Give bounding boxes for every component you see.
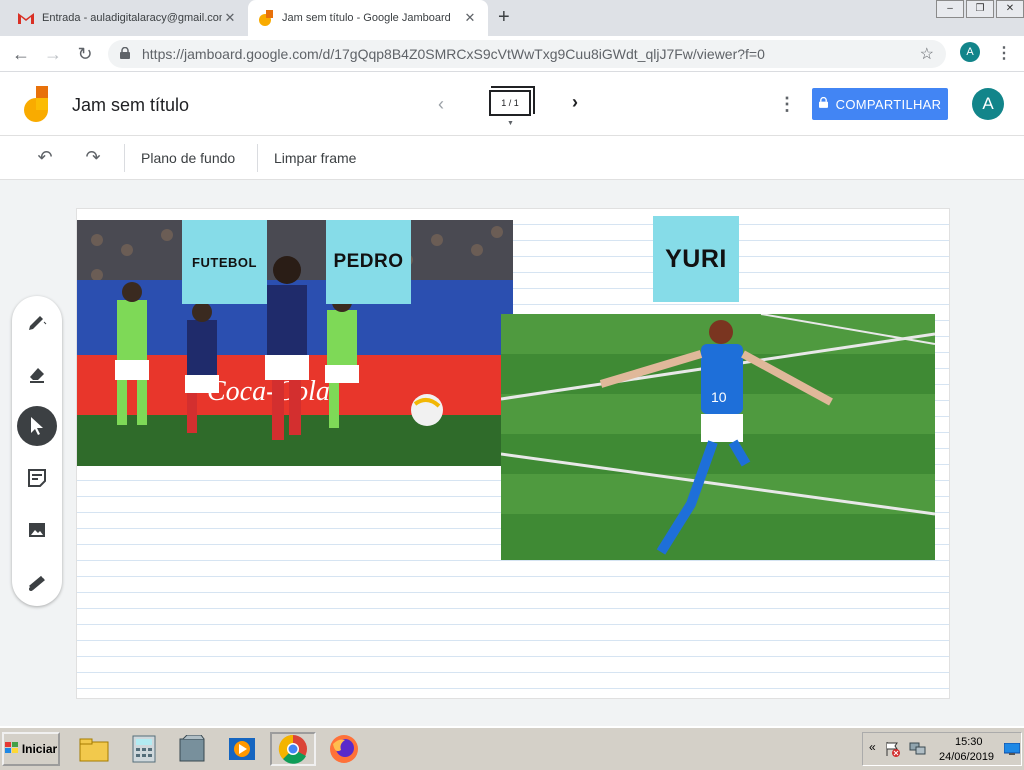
bookmark-star-icon[interactable]: ☆	[920, 44, 934, 64]
page-title[interactable]: Jam sem título	[72, 95, 189, 116]
select-icon[interactable]	[17, 406, 57, 446]
system-tray: « 15:30 24/06/2019	[862, 732, 1022, 766]
sticky-note[interactable]: PEDRO	[326, 220, 411, 304]
clock-time[interactable]: 15:30	[955, 736, 983, 748]
frame-counter[interactable]: 1 / 1	[489, 86, 535, 116]
calculator-icon[interactable]	[126, 732, 162, 766]
svg-text:10: 10	[711, 389, 727, 405]
browser-tab-jamboard[interactable]: Jam sem título - Google Jamboard ✕	[248, 0, 488, 36]
minimize-icon[interactable]: –	[936, 0, 964, 18]
new-tab-icon[interactable]: +	[498, 6, 510, 29]
show-desktop-icon[interactable]	[1003, 742, 1021, 760]
toolbar: ↶ ↷ Plano de fundo Limpar frame	[0, 136, 1024, 180]
svg-text:Coca-Cola: Coca-Cola	[207, 376, 330, 407]
tab-title: Entrada - auladigitalaracy@gmail.com	[42, 12, 222, 24]
laser-icon[interactable]	[17, 562, 57, 602]
network-icon[interactable]	[909, 741, 927, 762]
football-photo-right[interactable]: 10	[501, 314, 935, 560]
close-tab-icon[interactable]: ✕	[462, 10, 478, 26]
sticky-note[interactable]: YURI	[653, 216, 739, 302]
browser-profile-avatar[interactable]: A	[960, 42, 980, 62]
close-tab-icon[interactable]: ✕	[222, 10, 238, 26]
gmail-icon	[18, 10, 34, 26]
back-icon[interactable]: ←	[10, 43, 32, 65]
share-label: COMPARTILHAR	[835, 96, 942, 112]
lock-icon	[818, 96, 828, 111]
jam-frame[interactable]: Coca-Cola 10 FUTEBOL PEDRO YURI	[76, 208, 950, 699]
sticky-note-icon[interactable]	[17, 458, 57, 498]
divider	[124, 144, 125, 172]
windows-logo-icon	[4, 741, 19, 757]
jamboard-logo	[24, 86, 50, 122]
browser-tab-gmail[interactable]: Entrada - auladigitalaracy@gmail.com ✕	[8, 0, 248, 36]
avatar[interactable]: A	[972, 88, 1004, 120]
archive-icon[interactable]	[174, 732, 210, 766]
undo-icon[interactable]: ↶	[34, 146, 56, 168]
image-icon[interactable]	[17, 510, 57, 550]
background-button[interactable]: Plano de fundo	[141, 150, 235, 166]
os-taskbar: Iniciar « 15:30 24/06/2019	[0, 726, 1024, 770]
media-player-icon[interactable]	[224, 732, 260, 766]
divider	[257, 144, 258, 172]
maximize-icon[interactable]: ❐	[966, 0, 994, 18]
sticky-note[interactable]: FUTEBOL	[182, 220, 267, 304]
file-explorer-icon[interactable]	[76, 732, 112, 766]
clock-date[interactable]: 24/06/2019	[939, 751, 994, 763]
reload-icon[interactable]: ↻	[74, 43, 96, 65]
eraser-icon[interactable]	[17, 354, 57, 394]
share-button[interactable]: COMPARTILHAR	[812, 88, 948, 120]
canvas-area: Coca-Cola 10 FUTEBOL PEDRO YURI	[0, 180, 1024, 726]
chevron-down-icon[interactable]: ▼	[507, 120, 514, 127]
previous-frame-icon[interactable]: ‹	[438, 94, 444, 115]
football-photo-left[interactable]: Coca-Cola	[77, 220, 513, 466]
chrome-icon[interactable]	[270, 732, 316, 766]
jamboard-icon	[258, 10, 274, 26]
url-field[interactable]: https://jamboard.google.com/d/17gQqp8B4Z…	[108, 40, 946, 68]
app-header: Jam sem título ‹ 1 / 1 ▼ › ⋮ COMPARTILHA…	[0, 72, 1024, 136]
pen-icon[interactable]	[17, 302, 57, 342]
tab-title: Jam sem título - Google Jamboard	[282, 12, 451, 24]
tray-expand-icon[interactable]: «	[869, 740, 876, 754]
lock-icon	[120, 46, 132, 62]
url-text: https://jamboard.google.com/d/17gQqp8B4Z…	[142, 46, 765, 62]
address-bar: ← → ↻ https://jamboard.google.com/d/17gQ…	[0, 36, 1024, 72]
clear-frame-button[interactable]: Limpar frame	[274, 150, 356, 166]
forward-icon[interactable]: →	[42, 43, 64, 65]
browser-menu-icon[interactable]: ⋮	[996, 43, 1012, 63]
start-button[interactable]: Iniciar	[2, 732, 60, 766]
tool-rail	[12, 296, 62, 606]
browser-tab-strip: Entrada - auladigitalaracy@gmail.com ✕ J…	[0, 0, 1024, 36]
action-center-flag-icon[interactable]	[885, 741, 901, 762]
redo-icon[interactable]: ↷	[82, 146, 104, 168]
start-label: Iniciar	[21, 742, 58, 756]
firefox-icon[interactable]	[326, 732, 362, 766]
more-options-icon[interactable]: ⋮	[778, 94, 796, 115]
close-window-icon[interactable]: ✕	[996, 0, 1024, 18]
next-frame-icon[interactable]: ›	[572, 92, 578, 113]
window-controls: – ❐ ✕	[934, 0, 1024, 18]
